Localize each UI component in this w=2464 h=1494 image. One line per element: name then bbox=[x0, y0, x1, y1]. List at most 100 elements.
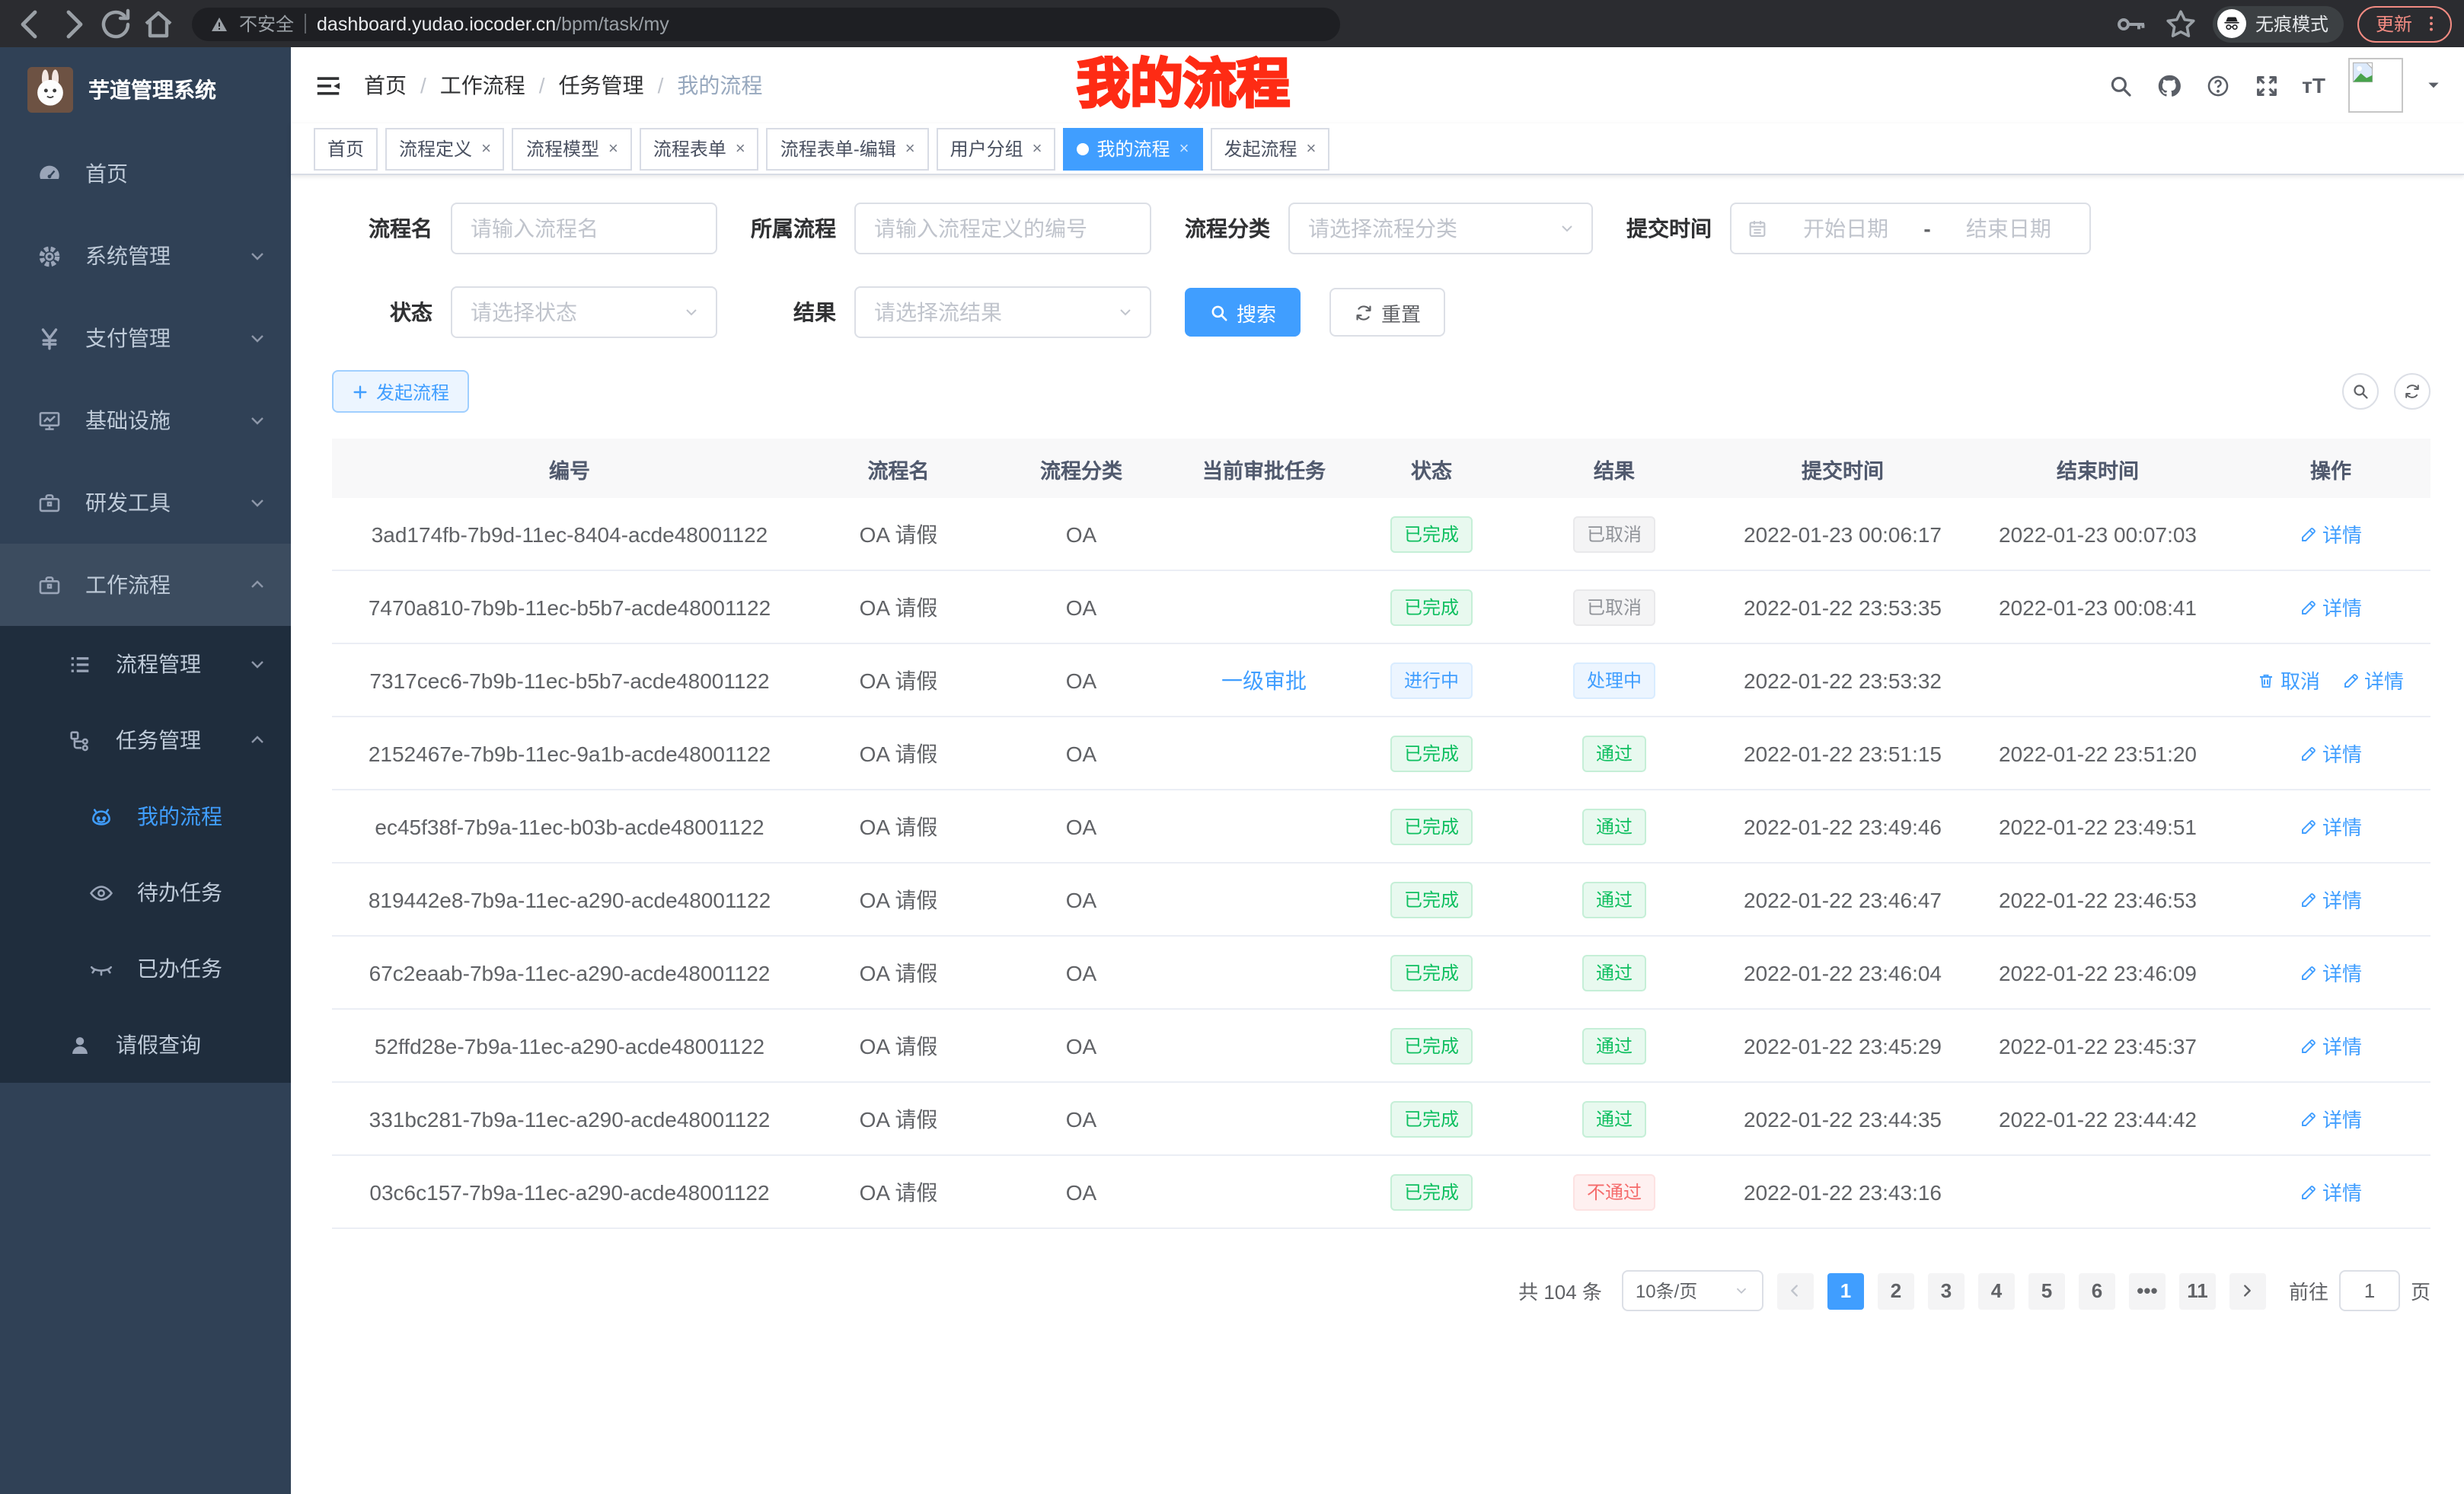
home-icon[interactable] bbox=[140, 5, 177, 42]
process-name: OA 请假 bbox=[807, 1155, 990, 1228]
page-size-select[interactable]: 10条/页 bbox=[1622, 1270, 1763, 1311]
tab-首页[interactable]: 首页 bbox=[314, 127, 378, 170]
close-icon[interactable]: × bbox=[481, 139, 491, 158]
more-vertical-icon[interactable] bbox=[2421, 14, 2441, 34]
close-icon[interactable]: × bbox=[1306, 139, 1316, 158]
submit-time-range[interactable]: 开始日期 - 结束日期 bbox=[1730, 203, 2091, 254]
process-name: OA 请假 bbox=[807, 717, 990, 790]
logo-image bbox=[27, 67, 73, 113]
address-bar[interactable]: 不安全 dashboard.yudao.iocoder.cn/bpm/task/… bbox=[192, 7, 1340, 40]
key-icon[interactable] bbox=[2112, 5, 2149, 42]
breadcrumb-item[interactable]: 首页 bbox=[364, 70, 407, 101]
tab-用户分组[interactable]: 用户分组× bbox=[937, 127, 1056, 170]
page-button-4[interactable]: 4 bbox=[1978, 1272, 2015, 1309]
status-badge: 已完成 bbox=[1355, 1082, 1508, 1155]
tab-流程表单-编辑[interactable]: 流程表单-编辑× bbox=[767, 127, 929, 170]
sidebar-toggle-icon[interactable] bbox=[314, 71, 343, 100]
category-select[interactable]: 请选择流程分类 bbox=[1288, 203, 1593, 254]
page-button-1[interactable]: 1 bbox=[1827, 1272, 1864, 1309]
page-button-11[interactable]: 11 bbox=[2179, 1272, 2216, 1309]
next-page-button[interactable] bbox=[2229, 1272, 2266, 1309]
sidebar-item-任务管理[interactable]: 任务管理 bbox=[0, 702, 291, 778]
tab-流程定义[interactable]: 流程定义× bbox=[385, 127, 505, 170]
prev-page-button[interactable] bbox=[1777, 1272, 1814, 1309]
sidebar-item-已办任务[interactable]: 已办任务 bbox=[0, 931, 291, 1007]
sidebar-item-研发工具[interactable]: 研发工具 bbox=[0, 461, 291, 544]
详情-link[interactable]: 详情 bbox=[2300, 885, 2362, 914]
详情-link[interactable]: 详情 bbox=[2300, 519, 2362, 548]
process-name-input[interactable] bbox=[451, 203, 717, 254]
column-header: 流程名 bbox=[807, 439, 990, 498]
show-search-icon[interactable] bbox=[2342, 373, 2379, 410]
back-icon[interactable] bbox=[12, 5, 49, 42]
详情-link[interactable]: 详情 bbox=[2300, 958, 2362, 987]
forward-icon[interactable] bbox=[55, 5, 91, 42]
sidebar-item-工作流程[interactable]: 工作流程 bbox=[0, 544, 291, 626]
goto-page-input[interactable] bbox=[2339, 1270, 2400, 1311]
logo[interactable]: 芋道管理系统 bbox=[0, 47, 291, 132]
process-definition-input[interactable] bbox=[854, 203, 1151, 254]
close-icon[interactable]: × bbox=[1179, 139, 1189, 158]
详情-link[interactable]: 详情 bbox=[2300, 1104, 2362, 1133]
search-icon[interactable] bbox=[2107, 72, 2133, 98]
start-date-placeholder[interactable]: 开始日期 bbox=[1780, 213, 1911, 244]
tab-发起流程[interactable]: 发起流程× bbox=[1210, 127, 1329, 170]
update-button[interactable]: 更新 bbox=[2357, 5, 2452, 42]
close-icon[interactable]: × bbox=[736, 139, 745, 158]
start-process-button[interactable]: 发起流程 bbox=[332, 370, 469, 413]
page-button-3[interactable]: 3 bbox=[1928, 1272, 1964, 1309]
briefcase-icon bbox=[37, 572, 62, 598]
chevron-down-icon[interactable] bbox=[2426, 78, 2441, 93]
取消-link[interactable]: 取消 bbox=[2258, 666, 2320, 694]
help-icon[interactable] bbox=[2204, 72, 2230, 98]
sidebar-item-我的流程[interactable]: 我的流程 bbox=[0, 778, 291, 854]
github-icon[interactable] bbox=[2156, 72, 2182, 98]
tab-我的流程[interactable]: 我的流程× bbox=[1064, 127, 1203, 170]
详情-link[interactable]: 详情 bbox=[2300, 1177, 2362, 1206]
详情-link[interactable]: 详情 bbox=[2300, 739, 2362, 768]
tab-流程表单[interactable]: 流程表单× bbox=[640, 127, 759, 170]
page-button-5[interactable]: 5 bbox=[2028, 1272, 2065, 1309]
sidebar-item-label: 请假查询 bbox=[116, 1030, 201, 1060]
current-task[interactable]: 一级审批 bbox=[1173, 643, 1355, 717]
reset-button[interactable]: 重置 bbox=[1329, 288, 1445, 337]
sidebar-item-支付管理[interactable]: 支付管理 bbox=[0, 297, 291, 379]
breadcrumb-item[interactable]: 工作流程 bbox=[440, 70, 525, 101]
security-label[interactable]: 不安全 bbox=[239, 11, 294, 37]
tab-流程模型[interactable]: 流程模型× bbox=[512, 127, 632, 170]
sidebar-item-流程管理[interactable]: 流程管理 bbox=[0, 626, 291, 702]
avatar[interactable] bbox=[2348, 58, 2403, 113]
search-button[interactable]: 搜索 bbox=[1185, 288, 1301, 337]
sidebar-item-请假查询[interactable]: 请假查询 bbox=[0, 1007, 291, 1083]
font-size-icon[interactable]: тT bbox=[2302, 73, 2325, 97]
refresh-icon[interactable] bbox=[2394, 373, 2430, 410]
page-ellipsis[interactable]: ••• bbox=[2129, 1272, 2166, 1309]
详情-link[interactable]: 详情 bbox=[2300, 1031, 2362, 1060]
incognito-badge[interactable]: 无痕模式 bbox=[2213, 5, 2344, 42]
status-badge: 已完成 bbox=[1355, 717, 1508, 790]
close-icon[interactable]: × bbox=[1033, 139, 1042, 158]
page-button-6[interactable]: 6 bbox=[2079, 1272, 2115, 1309]
edit-icon bbox=[2300, 598, 2318, 616]
close-icon[interactable]: × bbox=[608, 139, 618, 158]
详情-link[interactable]: 详情 bbox=[2300, 592, 2362, 621]
edit-icon bbox=[2300, 963, 2318, 982]
result-select[interactable]: 请选择流结果 bbox=[854, 286, 1151, 338]
status-badge: 已完成 bbox=[1355, 790, 1508, 863]
reload-icon[interactable] bbox=[97, 5, 134, 42]
page-button-2[interactable]: 2 bbox=[1878, 1272, 1914, 1309]
close-icon[interactable]: × bbox=[905, 139, 915, 158]
详情-link[interactable]: 详情 bbox=[2341, 666, 2404, 694]
fullscreen-icon[interactable] bbox=[2253, 72, 2279, 98]
bookmark-star-icon[interactable] bbox=[2162, 5, 2199, 42]
table-row: 3ad174fb-7b9d-11ec-8404-acde48001122OA 请… bbox=[332, 498, 2430, 570]
sidebar-item-首页[interactable]: 首页 bbox=[0, 132, 291, 215]
status-select[interactable]: 请选择状态 bbox=[451, 286, 717, 338]
sidebar-item-基础设施[interactable]: 基础设施 bbox=[0, 379, 291, 461]
goto-label: 前往 bbox=[2289, 1276, 2328, 1305]
end-date-placeholder[interactable]: 结束日期 bbox=[1943, 213, 2074, 244]
sidebar-item-待办任务[interactable]: 待办任务 bbox=[0, 854, 291, 931]
详情-link[interactable]: 详情 bbox=[2300, 812, 2362, 841]
sidebar-item-系统管理[interactable]: 系统管理 bbox=[0, 215, 291, 297]
breadcrumb-item[interactable]: 任务管理 bbox=[559, 70, 644, 101]
